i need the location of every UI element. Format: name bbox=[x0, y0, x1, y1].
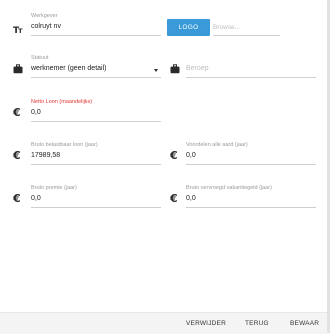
bruto-vervroegd-vakantiegeld-value: 0,0 bbox=[186, 195, 196, 202]
netto-loon-value: 0,0 bbox=[31, 109, 41, 116]
bruto-belastbaar-loon-input[interactable]: 17989,58 bbox=[31, 149, 161, 163]
euro-icon: € bbox=[13, 192, 21, 205]
euro-icon: € bbox=[170, 192, 178, 205]
werkgever-label: Werkgever bbox=[31, 13, 58, 19]
voordelen-alle-aard-input[interactable]: 0,0 bbox=[186, 149, 316, 163]
beroep-input[interactable]: Beroep bbox=[186, 62, 316, 76]
text-format-icon: TT bbox=[13, 26, 23, 36]
netto-loon-input[interactable]: 0,0 bbox=[31, 106, 161, 120]
delete-button[interactable]: VERWIJDER bbox=[186, 320, 226, 327]
bruto-belastbaar-loon-label: Bruto belastbaar loon (jaar) bbox=[31, 142, 98, 148]
logo-browse-input[interactable]: Browse... bbox=[213, 21, 280, 35]
euro-icon: € bbox=[13, 106, 21, 119]
bruto-vervroegd-vakantiegeld-underline bbox=[186, 207, 316, 208]
werkgever-input[interactable]: colruyt nv bbox=[31, 21, 161, 35]
statuut-value: werknemer (geen detail) bbox=[31, 65, 107, 72]
chevron-down-icon bbox=[154, 69, 158, 72]
euro-icon: € bbox=[13, 149, 21, 162]
briefcase-icon bbox=[170, 64, 180, 74]
bruto-premie-underline bbox=[31, 207, 161, 208]
voordelen-alle-aard-underline bbox=[186, 164, 316, 165]
bruto-premie-input[interactable]: 0,0 bbox=[31, 192, 161, 206]
euro-icon: € bbox=[170, 149, 178, 162]
werkgever-value: colruyt nv bbox=[31, 23, 61, 30]
bruto-belastbaar-loon-underline bbox=[31, 164, 161, 165]
logo-button[interactable]: LOGO bbox=[167, 19, 210, 36]
back-button[interactable]: TERUG bbox=[245, 320, 269, 327]
bruto-vervroegd-vakantiegeld-label: Bruto vervroegd vakantiegeld (jaar) bbox=[186, 185, 272, 191]
beroep-placeholder: Beroep bbox=[186, 65, 209, 72]
logo-browse-placeholder: Browse... bbox=[213, 24, 241, 31]
netto-loon-underline bbox=[31, 121, 161, 122]
footer-action-bar: VERWIJDER TERUG BEWAAR bbox=[0, 312, 327, 334]
bruto-belastbaar-loon-value: 17989,58 bbox=[31, 152, 61, 159]
logo-browse-underline bbox=[213, 35, 280, 36]
save-button[interactable]: BEWAAR bbox=[290, 320, 319, 327]
statuut-underline bbox=[31, 77, 161, 78]
bruto-vervroegd-vakantiegeld-input[interactable]: 0,0 bbox=[186, 192, 316, 206]
bruto-premie-label: Bruto premie (jaar) bbox=[31, 185, 77, 191]
briefcase-icon bbox=[13, 64, 23, 74]
beroep-underline bbox=[186, 77, 316, 78]
bruto-premie-value: 0,0 bbox=[31, 195, 41, 202]
statuut-label: Statuut bbox=[31, 55, 49, 61]
voordelen-alle-aard-label: Voordelen alle aard (jaar) bbox=[186, 142, 248, 148]
statuut-select[interactable]: werknemer (geen detail) bbox=[31, 62, 161, 76]
netto-loon-label: Netto Loon (maandelijks) bbox=[31, 99, 93, 105]
werkgever-underline bbox=[31, 35, 161, 36]
voordelen-alle-aard-value: 0,0 bbox=[186, 152, 196, 159]
